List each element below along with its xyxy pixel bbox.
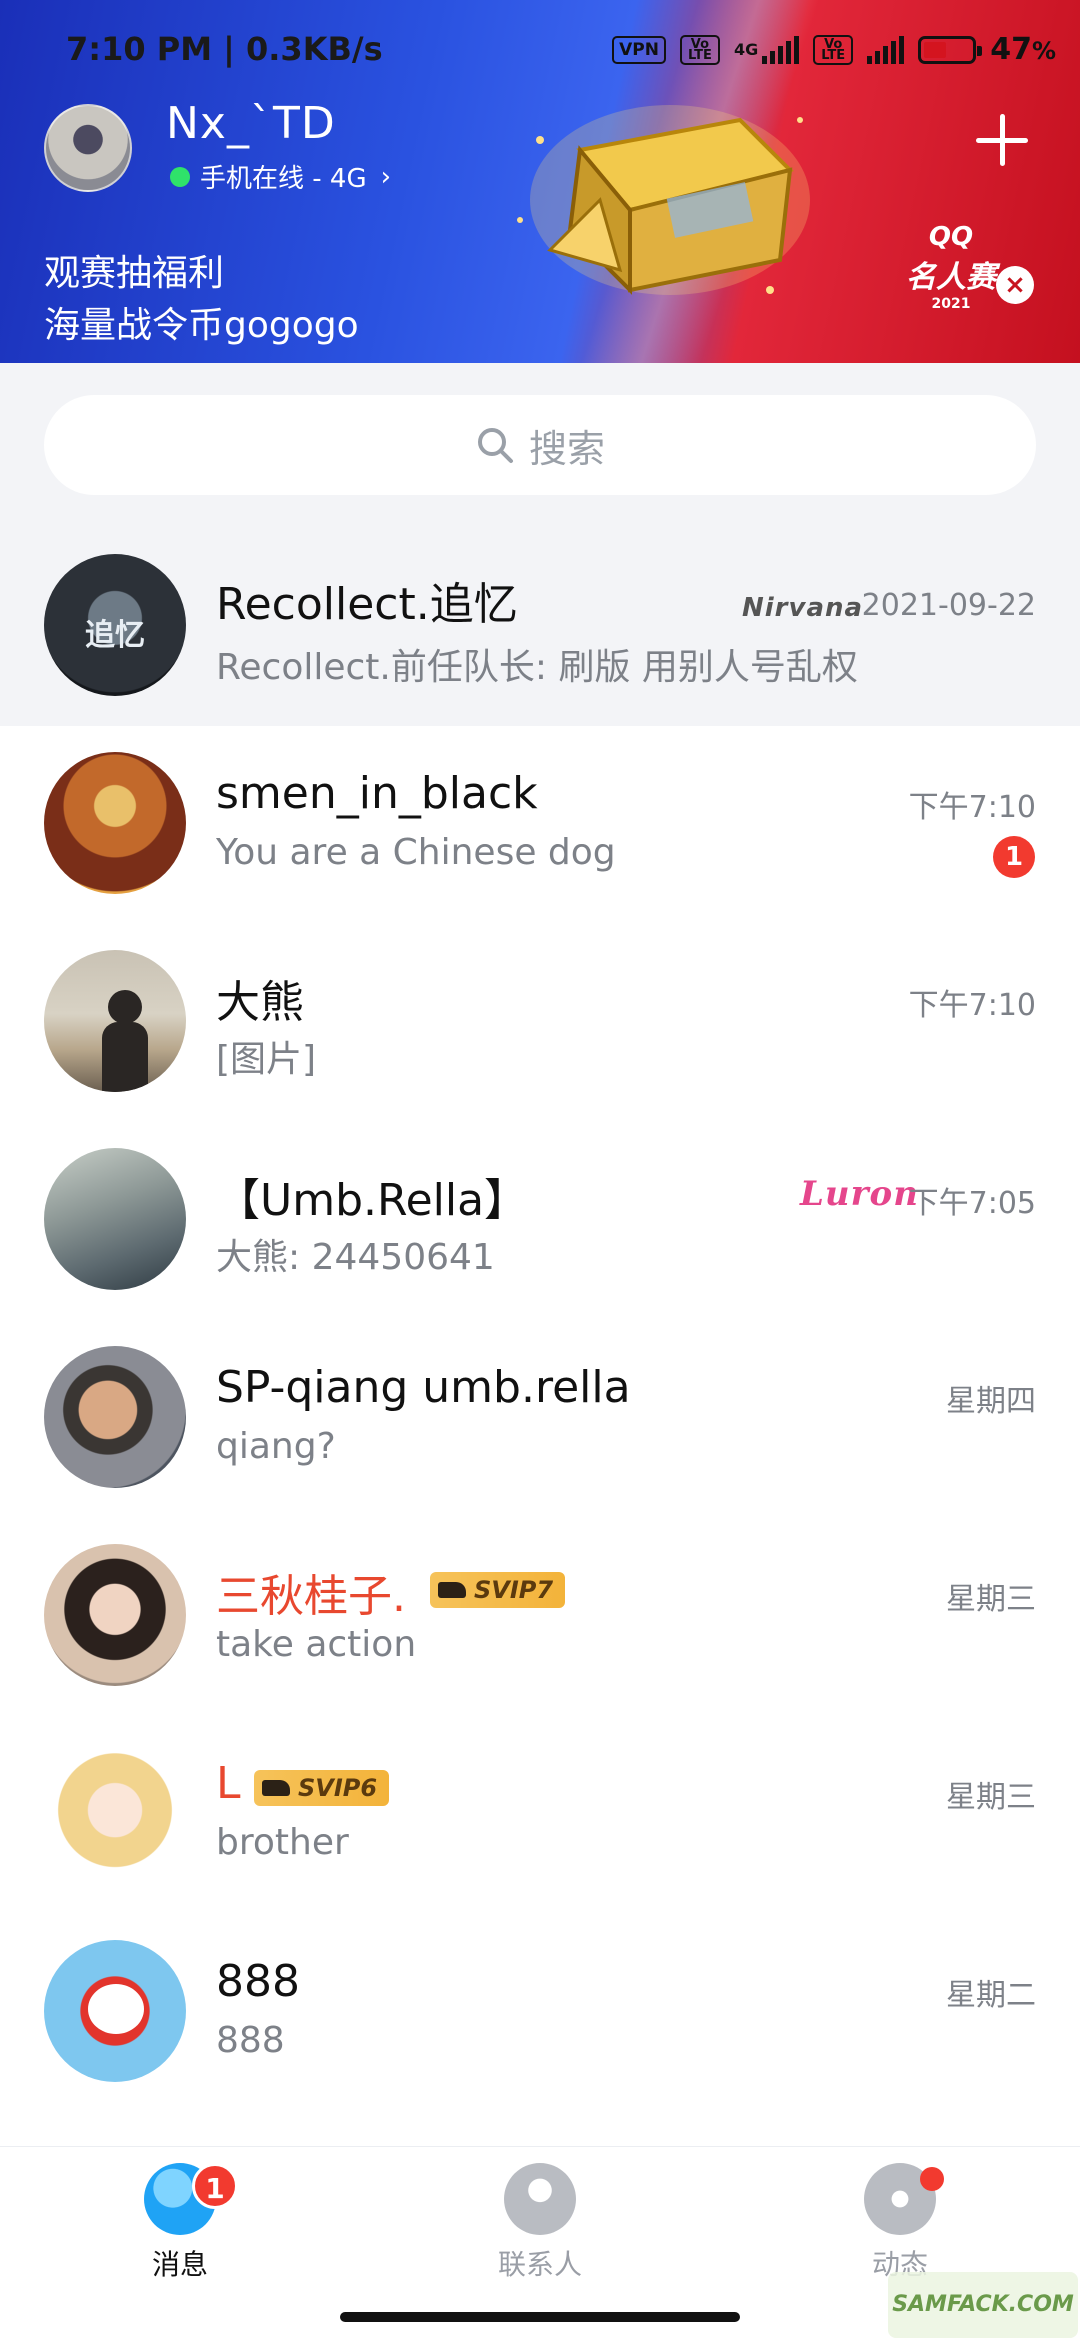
chat-time: 星期三: [946, 1582, 1036, 1617]
svip-badge: SVIP6: [254, 1770, 390, 1806]
tab-messages[interactable]: 1 消息: [100, 2163, 260, 2303]
chat-row-umbrella[interactable]: 【Umb.Rella】 大熊: 24450641 Luron 下午7:05: [0, 1122, 1080, 1320]
event-logo-l3: 2021: [931, 296, 971, 312]
chat-name: 888: [216, 1956, 300, 2007]
volte-icon: Vo LTE: [679, 34, 720, 65]
chat-name: 三秋桂子.: [216, 1571, 406, 1622]
promo-title: 观赛抽福利: [44, 253, 225, 294]
online-dot-icon: [170, 166, 190, 187]
battery-icon: [918, 35, 983, 64]
avatar: [44, 1940, 186, 2082]
signal-icon: [762, 35, 800, 64]
chat-row-l[interactable]: L SVIP6 brother 星期三: [0, 1716, 1080, 1914]
chat-name: smen_in_black: [216, 768, 538, 819]
chat-message: Recollect.前任队长: 刷版 用别人号乱权: [216, 647, 858, 688]
contacts-icon: [504, 2163, 576, 2235]
avatar: [44, 1742, 186, 1884]
profile-avatar[interactable]: [44, 104, 132, 192]
avatar: [44, 752, 186, 894]
chat-time: 下午7:05: [908, 1186, 1036, 1221]
chat-name: 大熊: [216, 977, 304, 1028]
search-input[interactable]: 搜索: [44, 395, 1036, 495]
chat-time: 星期二: [946, 1978, 1036, 2013]
online-status-text: 手机在线 - 4G: [200, 164, 367, 194]
volte-icon-2: Vo LTE: [813, 34, 854, 65]
unread-badge: 1: [993, 836, 1035, 878]
chat-name: 【Umb.Rella】: [216, 1175, 529, 1226]
tab-label: 联系人: [497, 2248, 582, 2281]
tab-badge: 1: [192, 2163, 238, 2209]
avatar-figure-body: [102, 1022, 148, 1092]
chat-time: 下午7:10: [908, 988, 1036, 1023]
chat-message: 大熊: 24450641: [216, 1237, 495, 1278]
avatar: 追忆: [44, 554, 186, 696]
avatar: [44, 1148, 186, 1290]
add-button[interactable]: [970, 108, 1034, 172]
status-icons: VPN Vo LTE 4G Vo LTE 47%: [612, 32, 1056, 67]
status-bar: 7:10 PM | 0.3KB/s VPN Vo LTE 4G Vo LTE 4…: [0, 22, 1080, 78]
network-type-label: 4G: [733, 40, 759, 59]
tab-contacts[interactable]: 联系人: [460, 2163, 620, 2303]
new-dot-badge: [920, 2167, 944, 2191]
avatar-figure: [108, 990, 142, 1024]
chat-message: [图片]: [216, 1039, 317, 1080]
avatar: [44, 1544, 186, 1686]
vpn-icon: VPN: [612, 35, 666, 64]
home-indicator[interactable]: [340, 2312, 740, 2322]
search-icon: [477, 428, 513, 463]
avatar-text: 追忆: [85, 618, 145, 653]
chat-message: take action: [216, 1624, 417, 1665]
battery-percent: 47%: [990, 32, 1056, 67]
close-banner-button[interactable]: ×: [996, 266, 1034, 304]
chat-row-888[interactable]: 888 888 星期二: [0, 1914, 1080, 2112]
search-placeholder: 搜索: [528, 426, 605, 471]
chat-row-smen[interactable]: smen_in_black You are a Chinese dog 下午7:…: [0, 726, 1080, 924]
signal-icon-2: [867, 35, 905, 64]
chat-name: Recollect.追忆: [216, 579, 518, 630]
profile-name[interactable]: Nx_`TD: [166, 98, 336, 149]
group-tag-badge: Nirvana: [742, 593, 864, 623]
watermark-logo: SAMFACK.COM: [888, 2272, 1078, 2338]
treasure-chest-icon: [517, 105, 810, 295]
avatar: [44, 1346, 186, 1488]
chat-message: brother: [216, 1822, 349, 1863]
status-time: 7:10 PM | 0.3KB/s: [66, 30, 383, 68]
promo-subtitle: 海量战令币gogogo: [44, 305, 359, 346]
chat-time: 2021-09-22: [861, 588, 1036, 623]
svip-badge: SVIP7: [430, 1572, 566, 1608]
tab-label: 消息: [151, 2248, 208, 2281]
avatar-face: [88, 1984, 144, 2034]
chat-time: 下午7:10: [908, 790, 1036, 825]
promo-banner[interactable]: 7:10 PM | 0.3KB/s VPN Vo LTE 4G Vo LTE 4…: [0, 0, 1080, 363]
event-logo-l2: 名人赛: [906, 260, 996, 295]
chat-name: L: [216, 1758, 241, 1809]
chat-row-spqiang[interactable]: SP-qiang umb.rella qiang? 星期四: [0, 1320, 1080, 1518]
chevron-right-icon: ›: [380, 161, 392, 192]
chat-message: You are a Chinese dog: [216, 832, 616, 873]
chat-name: SP-qiang umb.rella: [216, 1362, 631, 1413]
chat-time: 星期三: [946, 1780, 1036, 1815]
chat-message: qiang?: [216, 1426, 336, 1467]
online-status[interactable]: 手机在线 - 4G ›: [170, 158, 391, 195]
chat-row-recollect[interactable]: 追忆 Recollect.追忆 Recollect.前任队长: 刷版 用别人号乱…: [0, 528, 1080, 726]
chat-row-sanqiu[interactable]: 三秋桂子. SVIP7 take action 星期三: [0, 1518, 1080, 1716]
chat-message: 888: [216, 2020, 285, 2061]
event-logo: QQ 名人赛 2021: [896, 222, 1006, 314]
avatar: [44, 950, 186, 1092]
group-tag-badge: Luron: [800, 1174, 919, 1214]
chat-row-daxiong[interactable]: 大熊 [图片] 下午7:10: [0, 924, 1080, 1122]
event-logo-l1: QQ: [928, 222, 974, 252]
chat-time: 星期四: [946, 1384, 1036, 1419]
